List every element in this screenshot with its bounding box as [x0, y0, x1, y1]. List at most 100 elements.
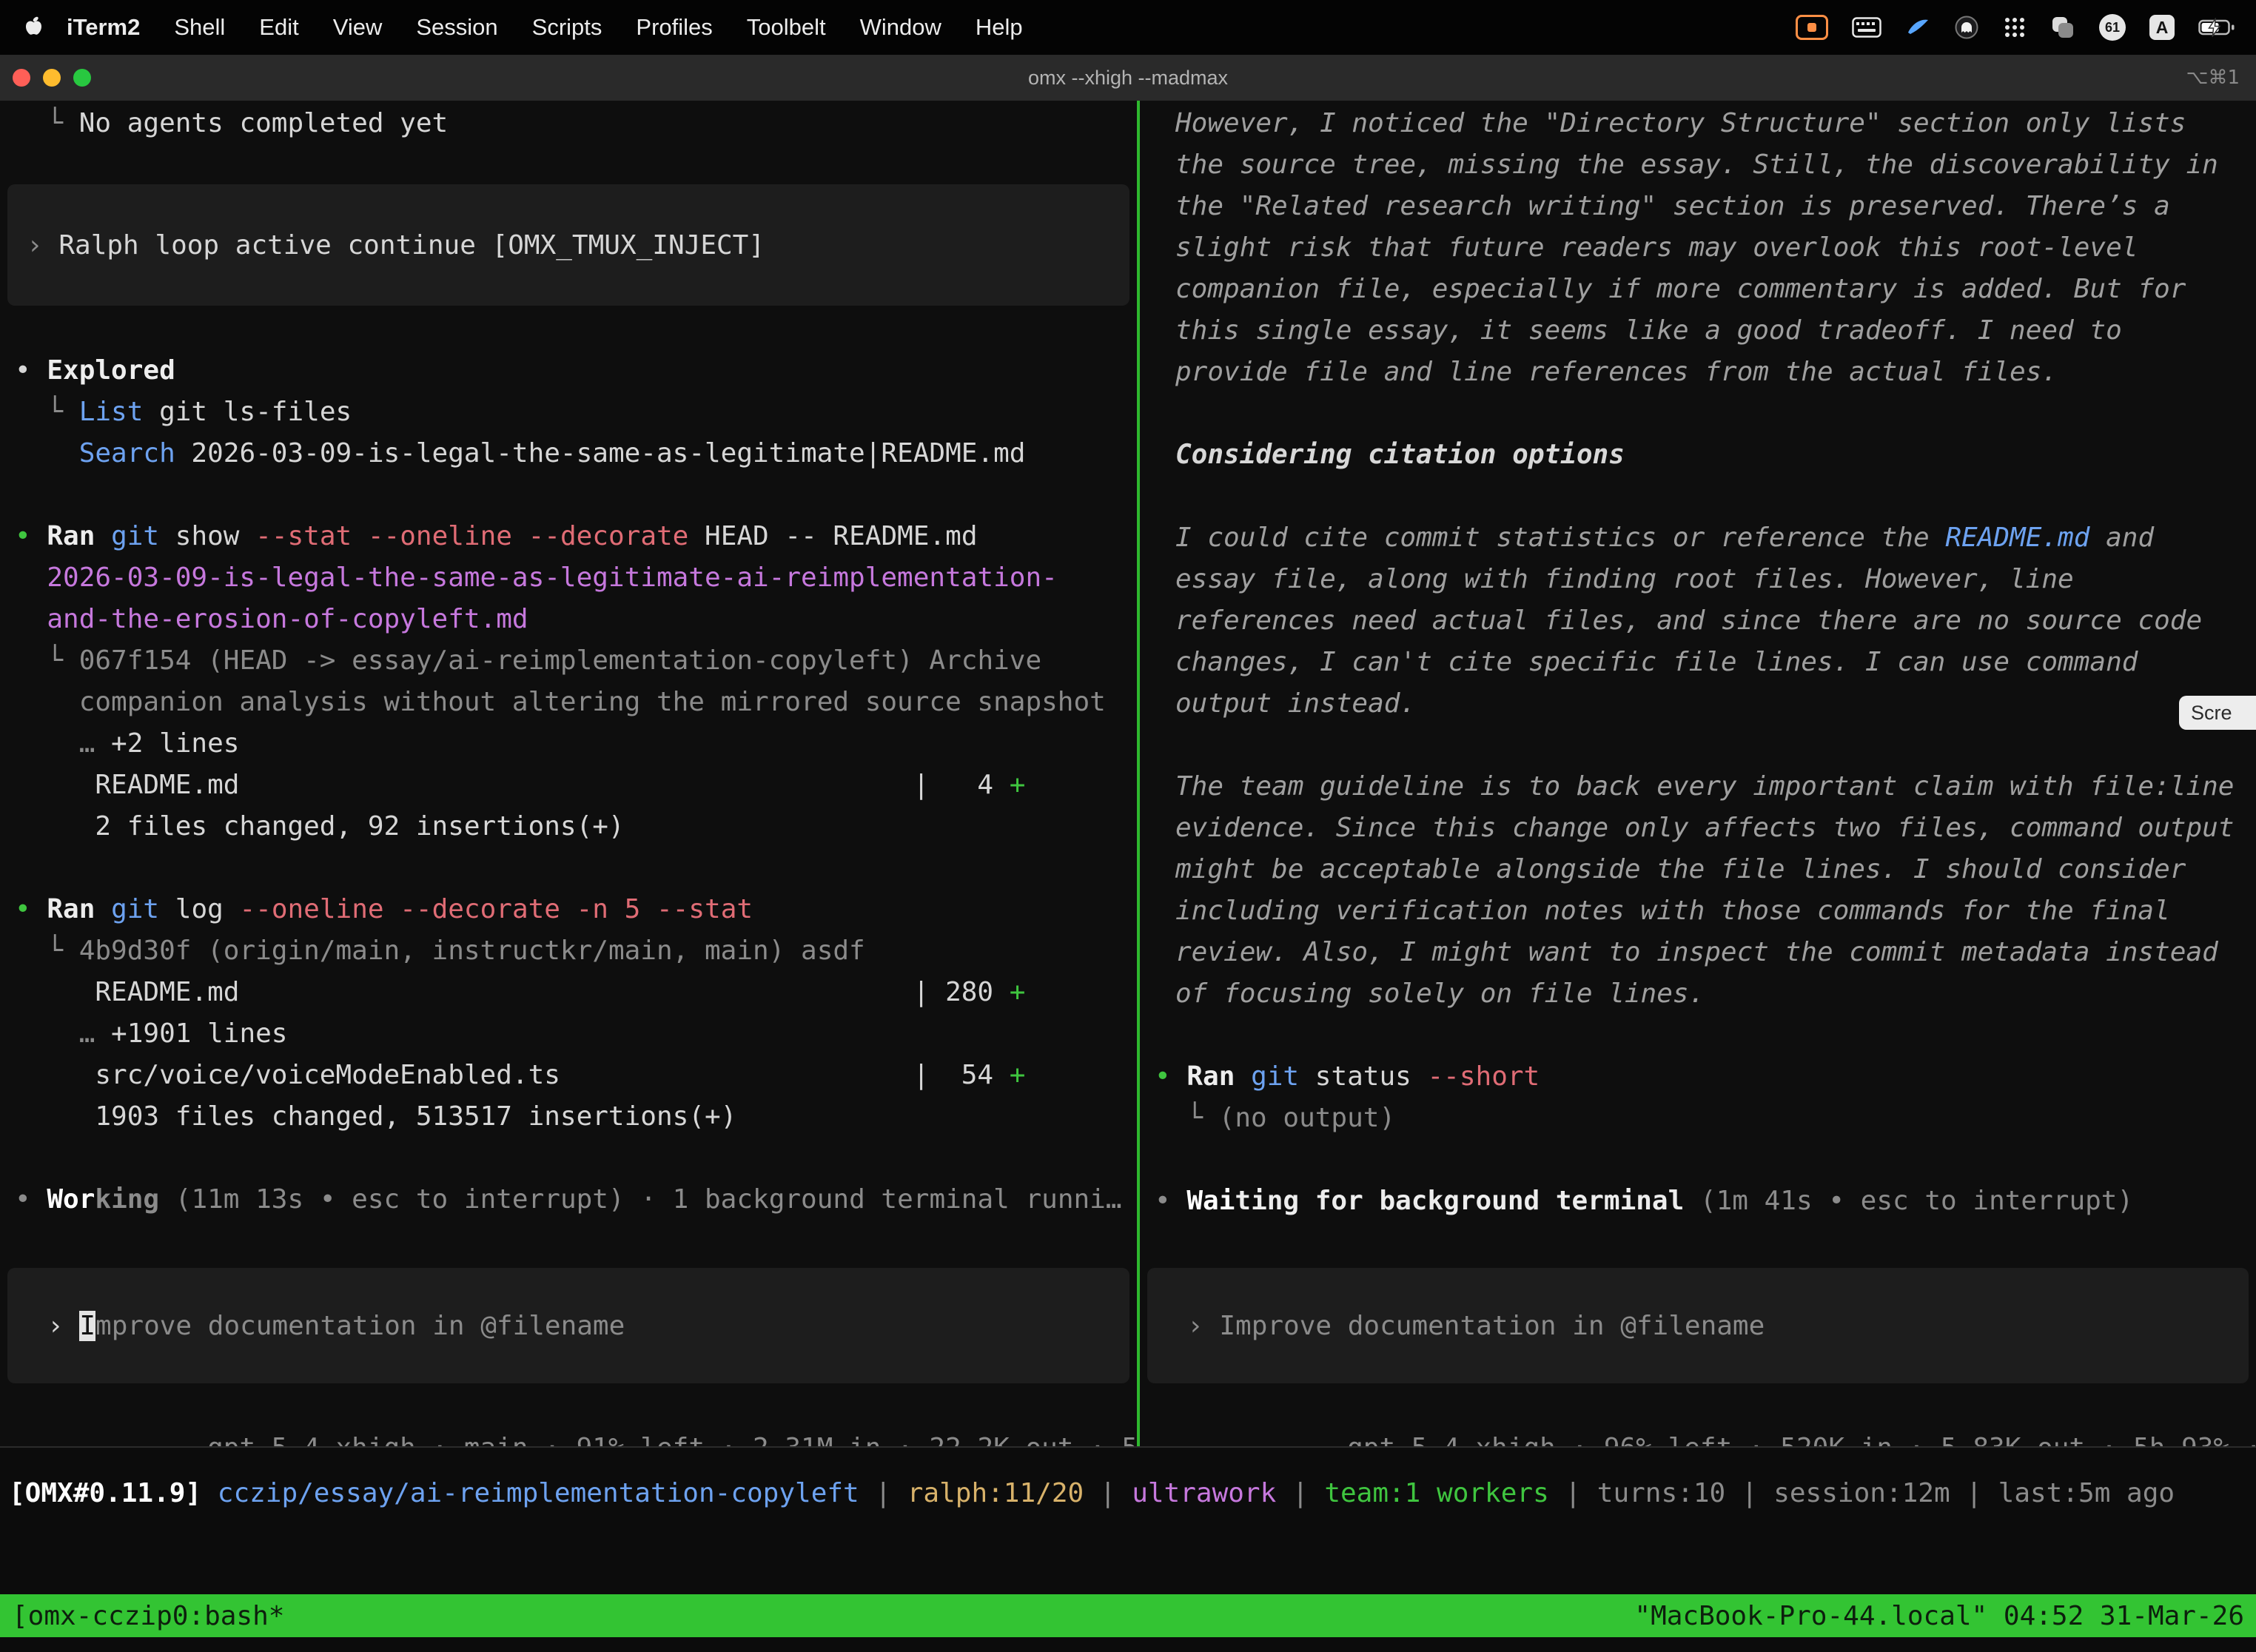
text-run: 1903 files changed, 513517 insertions(+) [15, 1101, 736, 1132]
text-run: --short [1428, 1061, 1540, 1092]
terminal-line: README.md | 4 + [0, 765, 1137, 806]
blank-line [1140, 1015, 2256, 1056]
battery-charging-icon[interactable] [2198, 18, 2235, 37]
tmux-host-clock: "MacBook-Pro-44.local" 04:52 31-Mar-26 [1634, 1601, 2244, 1631]
right-pane-output: However, I noticed the "Directory Struct… [1140, 101, 2256, 1222]
text-run: └ [15, 936, 79, 966]
keyboard-icon[interactable] [1852, 17, 1881, 38]
tmux-status-bar: [omx-cczip0:bash* "MacBook-Pro-44.local"… [0, 1594, 2256, 1637]
text-run: (1m 41s • esc to interrupt) [1684, 1186, 2133, 1216]
text-run: └ [15, 397, 79, 427]
text-run: cczip/essay/ai-reimplementation-copyleft [218, 1478, 859, 1508]
bird-app-icon[interactable] [1905, 15, 1930, 40]
input-placeholder-text: Improve documentation in @filename [1219, 1311, 1765, 1341]
text-run: git [111, 894, 159, 924]
reasoning-paragraph: However, I noticed the "Directory Struct… [1175, 103, 2240, 393]
text-run: Considering citation options [1175, 440, 1625, 470]
text-run: └ [1155, 1103, 1219, 1133]
menu-item-toolbelt[interactable]: Toolbelt [730, 14, 843, 41]
text-run: └ [15, 108, 79, 138]
terminal-line: … +2 lines [0, 723, 1137, 765]
terminal-line: 2 files changed, 92 insertions(+) [0, 806, 1137, 847]
text-run: Ran [47, 894, 95, 924]
text-run: (11m 13s • esc to interrupt) · 1 backgro… [159, 1184, 1121, 1215]
left-pane-output: └ No agents completed yet › Ralph loop a… [0, 101, 1137, 1220]
right-prompt-input[interactable]: › Improve documentation in @filename [1147, 1268, 2249, 1383]
terminal-line: src/voice/voiceModeEnabled.ts | 54 + [0, 1055, 1137, 1096]
menu-item-view[interactable]: View [316, 14, 400, 41]
session-stats-text: gpt-5.4 xhigh · 96% left · 520K in · 5.8… [1315, 1433, 2256, 1446]
text-run: • [15, 521, 47, 551]
text-run: However, I noticed the "Directory Struct… [1175, 108, 2218, 387]
right-terminal-pane[interactable]: However, I noticed the "Directory Struct… [1140, 101, 2256, 1446]
terminal-line: • Ran git log --oneline --decorate -n 5 … [0, 889, 1137, 930]
terminal-line: └ (no output) [1140, 1098, 2256, 1139]
menu-item-help[interactable]: Help [959, 14, 1040, 41]
menu-item-profiles[interactable]: Profiles [619, 14, 729, 41]
menu-item-scripts[interactable]: Scripts [515, 14, 620, 41]
blank-line [0, 847, 1137, 889]
terminal-line: └ No agents completed yet [0, 103, 1137, 144]
terminal-line: [OMX#0.11.9] cczip/essay/ai-reimplementa… [9, 1473, 2256, 1514]
screen-edge-tooltip[interactable]: Scre [2179, 696, 2256, 730]
window-title-bar[interactable]: omx --xhigh --madmax ⌥⌘1 [0, 55, 2256, 101]
input-source-icon[interactable]: A [2149, 15, 2175, 40]
text-run: | [859, 1478, 907, 1508]
text-run: log [159, 894, 239, 924]
ralph-loop-banner: › Ralph loop active continue [OMX_TMUX_I… [7, 184, 1129, 306]
text-run: • [1155, 1186, 1186, 1216]
app-grid-icon[interactable] [2003, 16, 2027, 39]
shortcuts-app-icon[interactable] [2050, 15, 2075, 40]
battery-percentage-badge-icon[interactable]: 61 [2099, 14, 2126, 41]
text-run: README.md [1945, 523, 2089, 553]
text-run: last:5m ago [1998, 1478, 2175, 1508]
iterm2-window: omx --xhigh --madmax ⌥⌘1 └ No agents com… [0, 55, 2256, 1652]
text-run: 4b9d30f (origin/main, instructkr/main, m… [79, 936, 865, 966]
left-top-lines: └ No agents completed yet [0, 103, 1137, 144]
text-run: +2 lines [111, 728, 239, 759]
menu-item-shell[interactable]: Shell [157, 14, 242, 41]
blank-line [1140, 1139, 2256, 1181]
text-run: README.md [15, 770, 913, 800]
menu-item-window[interactable]: Window [843, 14, 959, 41]
ghost-terminal-app-icon[interactable] [1954, 15, 1979, 40]
text-run: The team guideline is to back every impo… [1175, 771, 2234, 1009]
text-run: List [79, 397, 144, 427]
menu-item-edit[interactable]: Edit [242, 14, 315, 41]
left-terminal-log: • Explored └ List git ls-files Search 20… [0, 350, 1137, 1220]
terminal-line: 1903 files changed, 513517 insertions(+) [0, 1096, 1137, 1138]
text-run: ting for background terminal [1235, 1186, 1684, 1216]
terminal-line: └ 4b9d30f (origin/main, instructkr/main,… [0, 930, 1137, 972]
terminal-line: README.md | 280 + [0, 972, 1137, 1013]
text-run: README.md [15, 977, 913, 1007]
text-run: show [159, 521, 255, 551]
omx-status-line: [OMX#0.11.9] cczip/essay/ai-reimplementa… [9, 1473, 2256, 1514]
text-run: src/voice/voiceModeEnabled.ts [15, 1060, 913, 1090]
terminal-line: • Explored [0, 350, 1137, 392]
text-run [95, 894, 111, 924]
text-run: git [1251, 1061, 1299, 1092]
tmux-session-label: [omx-cczip0:bash* [12, 1601, 284, 1631]
menu-item-session[interactable]: Session [399, 14, 514, 41]
text-run: | [1084, 1478, 1132, 1508]
left-session-status-line: gpt-5.4 xhigh · main · 91% left · 2.31M … [0, 1386, 1137, 1428]
text-run: 2026-03-09-is-legal-the-same-as-legitima… [175, 438, 1026, 469]
text-run [15, 438, 79, 469]
terminal-line: • Waiting for background terminal (1m 41… [1140, 1181, 2256, 1222]
text-run: Wai [1186, 1186, 1235, 1216]
apple-menu-icon[interactable] [24, 16, 44, 40]
prompt-chevron: › [1187, 1311, 1219, 1341]
text-run: --stat --oneline --decorate [255, 521, 688, 551]
left-terminal-pane[interactable]: └ No agents completed yet › Ralph loop a… [0, 101, 1137, 1446]
text-run: [OMX#0.11.9] [9, 1478, 218, 1508]
left-prompt-input[interactable]: › Improve documentation in @filename [7, 1268, 1129, 1383]
text-run: HEAD -- README.md [688, 521, 977, 551]
menu-item-iterm2[interactable]: iTerm2 [50, 14, 157, 41]
text-run: team:1 workers [1324, 1478, 1548, 1508]
text-cursor: I [79, 1311, 95, 1341]
blank-line [0, 1138, 1137, 1179]
terminal-line: └ 067f154 (HEAD -> essay/ai-reimplementa… [0, 640, 1137, 682]
text-run: + [1010, 977, 1026, 1007]
text-run: • [1155, 1061, 1186, 1092]
screen-recording-indicator-icon[interactable] [1796, 15, 1828, 40]
